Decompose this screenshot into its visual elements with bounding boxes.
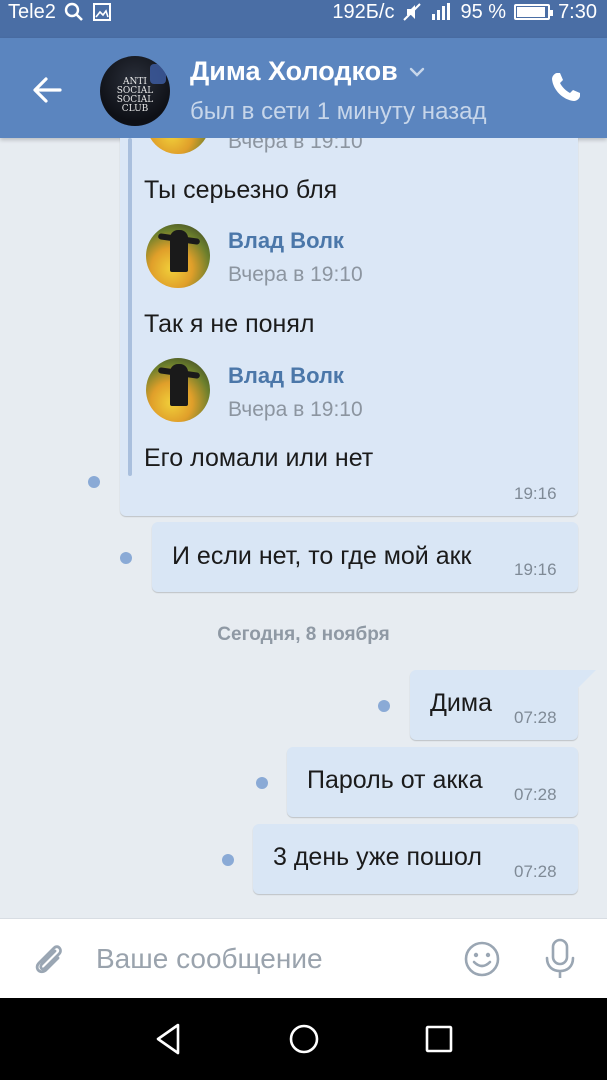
forwarded-text: Его ломали или нет bbox=[144, 444, 374, 472]
paperclip-icon[interactable] bbox=[28, 939, 68, 979]
last-seen-status: был в сети 1 минуту назад bbox=[190, 98, 487, 125]
message-input[interactable] bbox=[96, 941, 426, 977]
forwarded-text: Так я не понял bbox=[144, 310, 315, 338]
message-text: Пароль от акка bbox=[307, 766, 483, 794]
battery-percent: 95 % bbox=[460, 0, 507, 23]
message-text: Дима bbox=[430, 689, 492, 717]
forwarded-sender-name[interactable]: Влад Волк bbox=[228, 363, 344, 389]
forward-indicator-line bbox=[128, 138, 132, 476]
forwarded-date: Вчера в 19:10 bbox=[228, 263, 363, 286]
unread-dot bbox=[88, 476, 100, 488]
message-composer bbox=[0, 918, 607, 998]
forwarded-avatar bbox=[146, 224, 210, 288]
avatar-logo-text: ANTI SOCIAL SOCIAL CLUB bbox=[116, 77, 154, 114]
phone-icon[interactable] bbox=[549, 70, 583, 104]
microphone-icon[interactable] bbox=[542, 937, 578, 981]
chevron-down-icon bbox=[409, 67, 424, 77]
search-icon bbox=[64, 2, 83, 21]
system-nav-bar bbox=[0, 998, 607, 1080]
forwarded-sender-name[interactable]: Влад Волк bbox=[228, 228, 344, 254]
battery-icon bbox=[514, 4, 554, 20]
status-bar: Tele2 192Б/с 95 % 7:30 bbox=[0, 0, 607, 38]
forwarded-date: Вчера в 19:10 bbox=[228, 398, 363, 421]
smile-icon[interactable] bbox=[462, 939, 502, 979]
message-time: 07:28 bbox=[514, 785, 557, 804]
message-text: И если нет, то где мой акк bbox=[172, 542, 472, 570]
forwarded-date: Вчера в 19:10 bbox=[228, 138, 363, 153]
message-time: 19:16 bbox=[514, 560, 557, 579]
message-time: 07:28 bbox=[514, 708, 557, 727]
message-time: 07:28 bbox=[514, 862, 557, 881]
nav-back-icon[interactable] bbox=[150, 1020, 188, 1058]
forwarded-text: Ты серьезно бля bbox=[144, 176, 338, 204]
message-list[interactable]: Вчера в 19:10 Ты серьезно бля Влад Волк … bbox=[0, 138, 607, 918]
nav-home-icon[interactable] bbox=[285, 1020, 323, 1058]
contact-name-label: Дима Холодков bbox=[190, 56, 398, 86]
clock: 7:30 bbox=[558, 0, 597, 23]
message-time: 19:16 bbox=[514, 484, 557, 503]
message-text: 3 день уже пошол bbox=[273, 843, 482, 871]
avatar[interactable]: ANTI SOCIAL SOCIAL CLUB bbox=[100, 56, 170, 126]
contact-name[interactable]: Дима Холодков bbox=[190, 56, 426, 87]
date-separator: Сегодня, 8 ноября bbox=[217, 624, 390, 645]
image-icon bbox=[92, 3, 111, 21]
back-arrow-icon[interactable] bbox=[28, 70, 68, 110]
unread-dot bbox=[256, 777, 268, 789]
bubble-tail bbox=[572, 670, 596, 692]
unread-dot bbox=[120, 552, 132, 564]
nav-recents-icon[interactable] bbox=[420, 1020, 458, 1058]
network-speed: 192Б/с bbox=[332, 0, 395, 23]
unread-dot bbox=[378, 700, 390, 712]
forwarded-avatar bbox=[146, 358, 210, 422]
signal-icon bbox=[432, 3, 451, 20]
mute-icon bbox=[403, 3, 422, 21]
unread-dot bbox=[222, 854, 234, 866]
chat-header: ANTI SOCIAL SOCIAL CLUB Дима Холодков был в… bbox=[0, 38, 607, 138]
carrier-label: Tele2 bbox=[8, 0, 56, 23]
